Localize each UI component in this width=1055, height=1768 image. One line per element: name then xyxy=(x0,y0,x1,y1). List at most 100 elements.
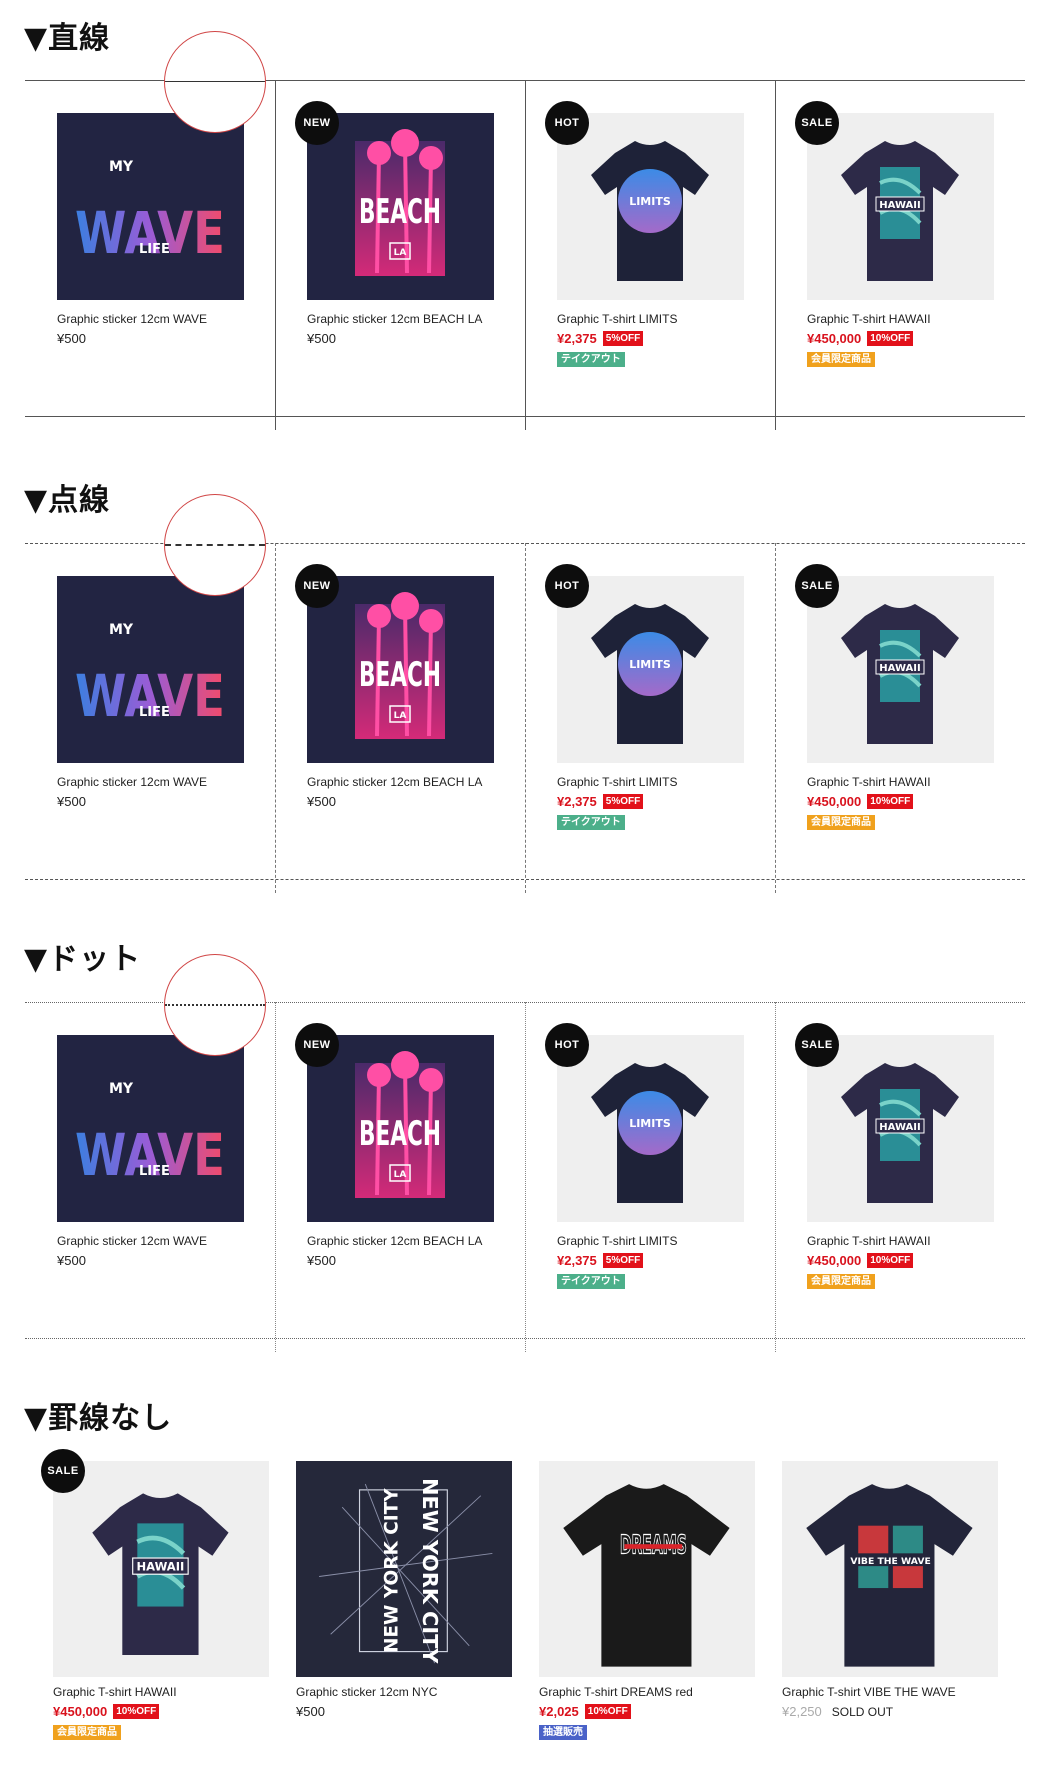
product-name[interactable]: Graphic T-shirt HAWAII xyxy=(807,312,931,326)
product-name[interactable]: Graphic sticker 12cm NYC xyxy=(296,1685,437,1699)
svg-text:LIFE: LIFE xyxy=(139,705,170,720)
product-artwork: LIMITS xyxy=(557,113,744,300)
price-row: ¥2,025 10%OFF xyxy=(539,1704,631,1719)
product-image[interactable]: MY WAVE LIFE xyxy=(57,113,244,300)
product-artwork: HAWAII xyxy=(807,113,994,300)
product-tag: 抽選販売 xyxy=(539,1725,587,1740)
price-row: ¥500 xyxy=(307,1253,336,1268)
grid-divider xyxy=(275,543,276,893)
product-price: ¥500 xyxy=(57,1253,86,1268)
product-image[interactable]: LIMITS xyxy=(557,1035,744,1222)
product-image[interactable]: VIBE THE WAVE xyxy=(782,1461,998,1677)
product-name[interactable]: Graphic sticker 12cm WAVE xyxy=(57,775,207,789)
product-image[interactable]: DREAMS xyxy=(539,1461,755,1677)
svg-text:HAWAII: HAWAII xyxy=(879,663,920,674)
svg-text:HAWAII: HAWAII xyxy=(137,1560,185,1574)
product-price: ¥450,000 xyxy=(53,1704,108,1719)
discount-badge: 10%OFF xyxy=(867,331,914,346)
product-image[interactable]: LIMITS xyxy=(557,113,744,300)
product-name[interactable]: Graphic sticker 12cm WAVE xyxy=(57,1234,207,1248)
product-tag: テイクアウト xyxy=(557,352,625,367)
product-price: ¥2,250 xyxy=(782,1704,822,1719)
product-tag: テイクアウト xyxy=(557,1274,625,1289)
product-image[interactable]: BEACH LA xyxy=(307,1035,494,1222)
product-name[interactable]: Graphic sticker 12cm BEACH LA xyxy=(307,775,482,789)
badge-sale: SALE xyxy=(41,1449,85,1493)
product-image[interactable]: MY WAVE LIFE xyxy=(57,576,244,763)
grid-divider xyxy=(525,543,526,893)
svg-text:MY: MY xyxy=(109,1081,134,1097)
price-row: ¥500 xyxy=(296,1704,325,1719)
product-name[interactable]: Graphic sticker 12cm BEACH LA xyxy=(307,312,482,326)
product-artwork: BEACH LA xyxy=(307,576,494,763)
price-row: ¥2,375 5%OFF xyxy=(557,1253,644,1268)
product-image[interactable]: HAWAII xyxy=(807,576,994,763)
product-tag: 会員限定商品 xyxy=(53,1725,121,1740)
svg-text:MY: MY xyxy=(109,159,134,175)
product-artwork: MY WAVE LIFE xyxy=(57,113,244,300)
product-price: ¥2,375 xyxy=(557,1253,597,1268)
product-tag: テイクアウト xyxy=(557,815,625,830)
product-name[interactable]: Graphic T-shirt LIMITS xyxy=(557,1234,677,1248)
product-name[interactable]: Graphic T-shirt HAWAII xyxy=(807,1234,931,1248)
product-image[interactable]: HAWAII xyxy=(807,113,994,300)
product-price: ¥500 xyxy=(57,331,86,346)
product-artwork: LIMITS xyxy=(557,1035,744,1222)
product-image[interactable]: BEACH LA xyxy=(307,113,494,300)
product-artwork: LIMITS xyxy=(557,576,744,763)
discount-badge: 5%OFF xyxy=(602,794,644,809)
product-artwork: HAWAII xyxy=(807,1035,994,1222)
discount-badge: 10%OFF xyxy=(867,794,914,809)
product-tag: 会員限定商品 xyxy=(807,815,875,830)
product-name[interactable]: Graphic T-shirt LIMITS xyxy=(557,312,677,326)
svg-text:LIFE: LIFE xyxy=(139,1164,170,1179)
product-artwork: NEW YORK CITY NEW YORK CITY xyxy=(296,1461,512,1677)
svg-text:LIFE: LIFE xyxy=(139,242,170,257)
product-artwork: MY WAVE LIFE xyxy=(57,576,244,763)
grid-divider xyxy=(775,543,776,893)
product-image[interactable]: LIMITS xyxy=(557,576,744,763)
product-name[interactable]: Graphic T-shirt DREAMS red xyxy=(539,1685,693,1699)
product-name[interactable]: Graphic T-shirt LIMITS xyxy=(557,775,677,789)
grid-divider xyxy=(525,80,526,430)
svg-text:LIMITS: LIMITS xyxy=(629,658,671,671)
svg-text:MY: MY xyxy=(109,622,134,638)
product-name[interactable]: Graphic T-shirt HAWAII xyxy=(807,775,931,789)
badge-sale: SALE xyxy=(795,564,839,608)
product-image[interactable]: HAWAII xyxy=(807,1035,994,1222)
price-row: ¥500 xyxy=(307,331,336,346)
svg-text:BEACH: BEACH xyxy=(359,192,441,232)
svg-text:HAWAII: HAWAII xyxy=(879,200,920,211)
grid-divider xyxy=(525,1002,526,1352)
product-price: ¥2,375 xyxy=(557,794,597,809)
grid-divider xyxy=(775,1002,776,1352)
svg-text:NEW YORK CITY: NEW YORK CITY xyxy=(418,1478,442,1664)
product-image[interactable]: MY WAVE LIFE xyxy=(57,1035,244,1222)
section-title-dashed: ▼点線 xyxy=(24,483,111,518)
section-title-no-lines: ▼罫線なし xyxy=(24,1401,173,1436)
price-row: ¥450,000 10%OFF xyxy=(53,1704,160,1719)
product-name[interactable]: Graphic T-shirt HAWAII xyxy=(53,1685,177,1699)
product-image[interactable]: NEW YORK CITY NEW YORK CITY xyxy=(296,1461,512,1677)
product-name[interactable]: Graphic sticker 12cm WAVE xyxy=(57,312,207,326)
svg-text:BEACH: BEACH xyxy=(359,1114,441,1154)
product-name[interactable]: Graphic sticker 12cm BEACH LA xyxy=(307,1234,482,1248)
discount-badge: 10%OFF xyxy=(584,1704,631,1719)
price-row: ¥450,000 10%OFF xyxy=(807,794,914,809)
product-artwork: HAWAII xyxy=(807,576,994,763)
product-name[interactable]: Graphic T-shirt VIBE THE WAVE xyxy=(782,1685,956,1699)
product-price: ¥2,025 xyxy=(539,1704,579,1719)
price-row: ¥2,375 5%OFF xyxy=(557,794,644,809)
product-image[interactable]: HAWAII xyxy=(53,1461,269,1677)
sold-out-label: SOLD OUT xyxy=(831,1704,894,1719)
product-price: ¥450,000 xyxy=(807,331,862,346)
line-style-magnifier xyxy=(164,494,266,596)
product-artwork: MY WAVE LIFE xyxy=(57,1035,244,1222)
product-image[interactable]: BEACH LA xyxy=(307,576,494,763)
badge-new: NEW xyxy=(295,101,339,145)
price-row: ¥500 xyxy=(57,1253,86,1268)
line-style-magnifier xyxy=(164,954,266,1056)
discount-badge: 10%OFF xyxy=(113,1704,160,1719)
section-title-dotted: ▼ドット xyxy=(24,942,142,977)
price-row: ¥450,000 10%OFF xyxy=(807,331,914,346)
